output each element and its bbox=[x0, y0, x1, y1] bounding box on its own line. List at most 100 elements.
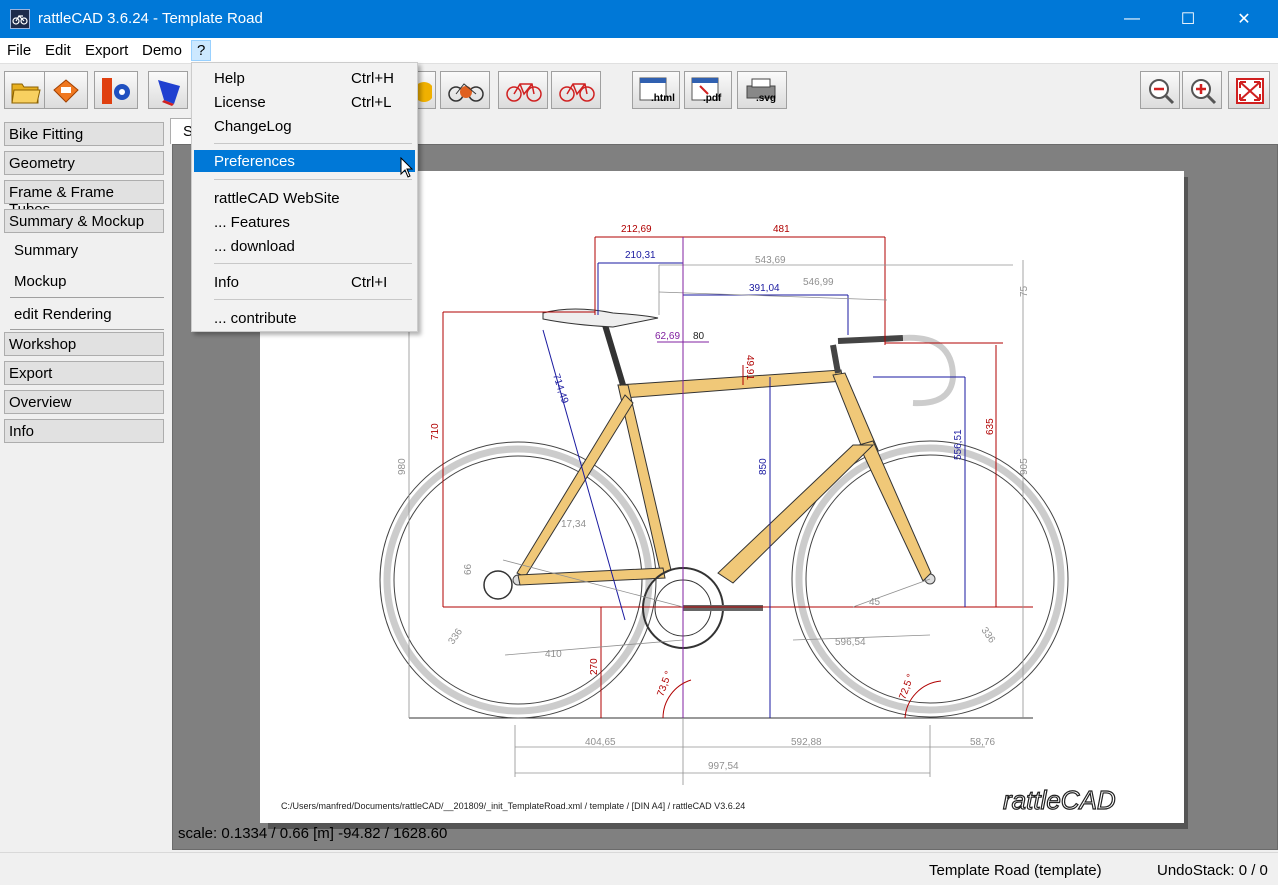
menu-separator bbox=[214, 179, 412, 180]
bike-red-alt-button[interactable] bbox=[551, 71, 601, 109]
menu-item-features[interactable]: ... Features bbox=[194, 211, 415, 233]
sidebar-subitem-summary[interactable]: Summary bbox=[14, 242, 78, 259]
zoom-out-button[interactable] bbox=[1140, 71, 1180, 109]
dim-label: 905 bbox=[1019, 458, 1030, 475]
dim-label: 45 bbox=[869, 597, 881, 608]
menu-export[interactable]: Export bbox=[85, 42, 128, 59]
dim-label: 710 bbox=[430, 423, 441, 440]
bike-rendering-button[interactable] bbox=[440, 71, 490, 109]
menu-separator bbox=[214, 299, 412, 300]
dim-label: 212,69 bbox=[621, 224, 652, 235]
dim-label: 49,91 bbox=[744, 355, 755, 380]
dim-label: 391,04 bbox=[749, 283, 780, 294]
menu-item-preferences[interactable]: Preferences bbox=[194, 150, 415, 172]
dim-label: 75 bbox=[1019, 285, 1030, 297]
maximize-button[interactable]: ☐ bbox=[1160, 0, 1216, 38]
sidebar-subitem-edit-rendering[interactable]: edit Rendering bbox=[14, 306, 112, 323]
zoom-in-icon bbox=[1191, 79, 1217, 105]
close-button[interactable]: ✕ bbox=[1216, 0, 1272, 38]
sidebar-item-overview[interactable]: Overview bbox=[4, 390, 164, 414]
tube-button[interactable] bbox=[148, 71, 188, 109]
tube-icon bbox=[158, 80, 180, 106]
menu-item-label: Info bbox=[214, 274, 240, 291]
menu-item-changelog[interactable]: ChangeLog bbox=[194, 115, 415, 137]
menu-item-label: License bbox=[214, 94, 266, 111]
open-folder-icon bbox=[11, 83, 41, 104]
zoom-fit-button[interactable] bbox=[1228, 71, 1270, 109]
app-icon bbox=[10, 9, 30, 29]
dim-label: 80 bbox=[693, 331, 705, 342]
rattlecad-logo: rattleCAD bbox=[1003, 785, 1116, 815]
menu-separator bbox=[214, 143, 412, 144]
mouse-cursor-icon bbox=[400, 157, 414, 178]
save-button[interactable] bbox=[44, 71, 88, 109]
menu-item-shortcut: Ctrl+L bbox=[351, 94, 392, 111]
dim-label: 410 bbox=[545, 649, 562, 660]
help-menu-dropdown: Help Ctrl+H License Ctrl+L ChangeLog Pre… bbox=[191, 62, 418, 332]
dim-label: 270 bbox=[589, 658, 600, 675]
minimize-icon: — bbox=[1124, 10, 1140, 27]
menu-item-shortcut: Ctrl+I bbox=[351, 274, 388, 291]
dim-label: 543,69 bbox=[755, 255, 786, 266]
menu-item-website[interactable]: rattleCAD WebSite bbox=[194, 187, 415, 209]
dim-label: 210,31 bbox=[625, 250, 656, 261]
sidebar-item-export[interactable]: Export bbox=[4, 361, 164, 385]
dim-label: 997,54 bbox=[708, 761, 739, 772]
frame-settings-icon bbox=[102, 78, 130, 104]
zoom-out-icon bbox=[1149, 79, 1175, 105]
menu-item-label: ... contribute bbox=[214, 310, 297, 327]
menu-item-help[interactable]: Help Ctrl+H bbox=[194, 67, 415, 89]
menu-edit[interactable]: Edit bbox=[45, 42, 71, 59]
sidebar-item-workshop[interactable]: Workshop bbox=[4, 332, 164, 356]
sidebar-subitem-mockup[interactable]: Mockup bbox=[14, 273, 67, 290]
export-svg-button[interactable]: .svg bbox=[737, 71, 787, 109]
menu-item-license[interactable]: License Ctrl+L bbox=[194, 91, 415, 113]
menu-item-contribute[interactable]: ... contribute bbox=[194, 307, 415, 329]
dim-label: 556,51 bbox=[953, 429, 964, 460]
sidebar-item-frame-tubes[interactable]: Frame & Frame Tubes bbox=[4, 180, 164, 218]
window-title: rattleCAD 3.6.24 - Template Road bbox=[38, 10, 263, 27]
menu-item-shortcut: Ctrl+H bbox=[351, 70, 394, 87]
menu-item-label: ChangeLog bbox=[214, 118, 292, 135]
menu-item-label: Help bbox=[214, 70, 245, 87]
sidebar-item-geometry[interactable]: Geometry bbox=[4, 151, 164, 175]
menu-file[interactable]: File bbox=[7, 42, 31, 59]
template-status: Template Road (template) bbox=[929, 862, 1102, 879]
bike-rendering-icon bbox=[448, 83, 484, 102]
zoom-fit-icon bbox=[1236, 78, 1264, 104]
export-html-label: .html bbox=[651, 93, 675, 104]
dim-label: 404,65 bbox=[585, 737, 616, 748]
dim-label: 481 bbox=[773, 224, 790, 235]
menu-help[interactable]: ? bbox=[191, 40, 212, 61]
save-icon bbox=[53, 79, 79, 103]
zoom-in-button[interactable] bbox=[1182, 71, 1222, 109]
dim-label: 592,88 bbox=[791, 737, 822, 748]
title-bar: rattleCAD 3.6.24 - Template Road — ☐ ✕ bbox=[0, 0, 1278, 38]
frame-settings-button[interactable] bbox=[94, 71, 138, 109]
dim-label: 62,69 bbox=[655, 331, 680, 342]
menu-item-info[interactable]: Info Ctrl+I bbox=[194, 271, 415, 293]
export-html-button[interactable]: .html bbox=[632, 71, 680, 109]
dim-label: 546,99 bbox=[803, 277, 834, 288]
export-pdf-label: .pdf bbox=[703, 93, 722, 104]
export-svg-label: .svg bbox=[756, 93, 777, 104]
menu-item-download[interactable]: ... download bbox=[194, 235, 415, 257]
bike-red-button[interactable] bbox=[498, 71, 548, 109]
dim-label: 850 bbox=[758, 458, 769, 475]
menu-item-label: ... download bbox=[214, 238, 295, 255]
export-pdf-button[interactable]: .pdf bbox=[684, 71, 732, 109]
sidebar-item-info[interactable]: Info bbox=[4, 419, 164, 443]
scale-readout: scale: 0.1334 / 0.66 [m] -94.82 / 1628.6… bbox=[178, 825, 448, 842]
dim-label: 17,34 bbox=[561, 519, 586, 530]
menu-bar: File Edit Export Demo ? bbox=[0, 38, 1278, 64]
menu-separator bbox=[214, 263, 412, 264]
dim-label: 596,54 bbox=[835, 637, 866, 648]
minimize-button[interactable]: — bbox=[1104, 0, 1160, 38]
open-button[interactable] bbox=[4, 71, 48, 109]
menu-demo[interactable]: Demo bbox=[142, 42, 182, 59]
sidebar-divider bbox=[10, 329, 164, 330]
sidebar-item-bike-fitting[interactable]: Bike Fitting bbox=[4, 122, 164, 146]
sidebar-item-summary-mockup[interactable]: Summary & Mockup bbox=[4, 209, 164, 233]
sidebar-divider bbox=[10, 297, 164, 298]
menu-item-label: rattleCAD WebSite bbox=[214, 190, 340, 207]
